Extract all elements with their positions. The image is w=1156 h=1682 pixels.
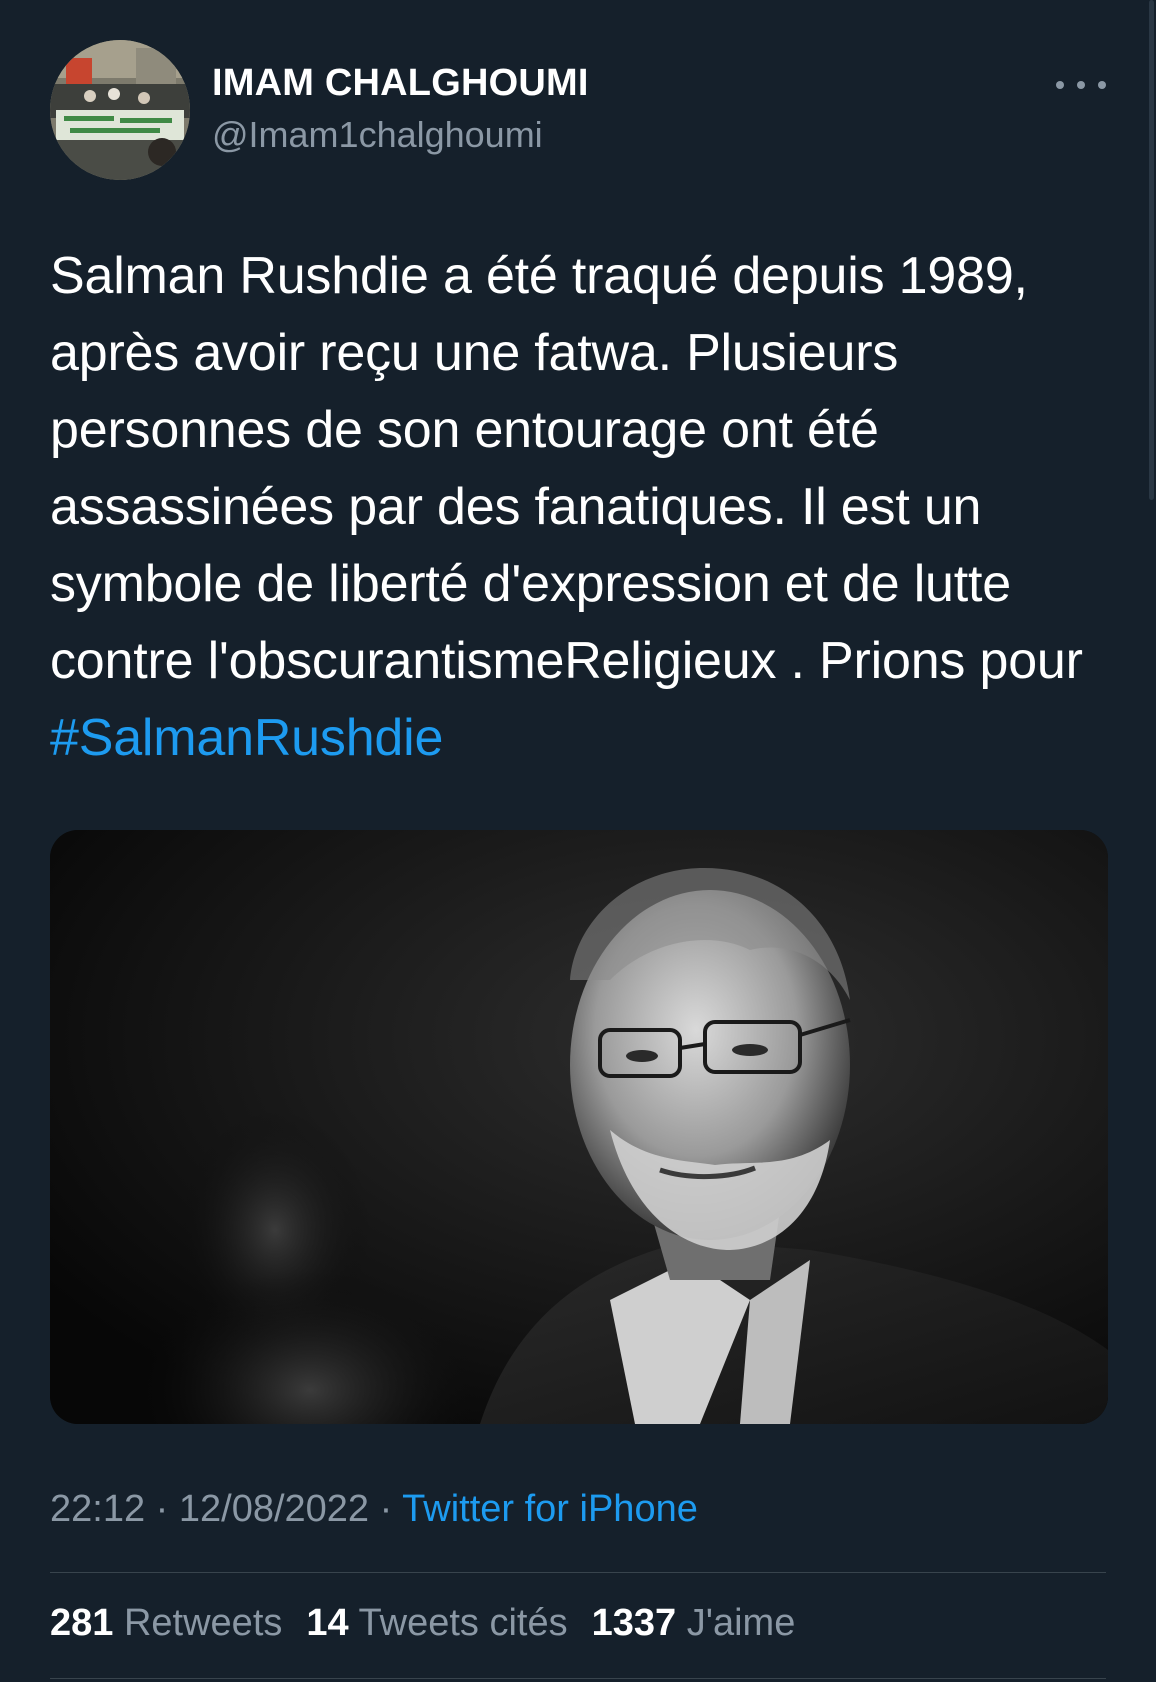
user-handle[interactable]: @Imam1chalghoumi: [212, 114, 543, 156]
tweet-media-photo[interactable]: [50, 830, 1108, 1424]
tweet-time[interactable]: 22:12: [50, 1488, 145, 1530]
quotes-label: Tweets cités: [358, 1602, 568, 1644]
likes-count: 1337: [591, 1602, 677, 1644]
tweet-date[interactable]: 12/08/2022: [179, 1488, 369, 1530]
retweets-count: 281: [50, 1602, 114, 1644]
retweets-stat[interactable]: 281 Retweets: [50, 1602, 282, 1644]
quote-tweets-stat[interactable]: 14 Tweets cités: [306, 1602, 567, 1644]
avatar[interactable]: [50, 40, 190, 180]
likes-stat[interactable]: 1337 J'aime: [592, 1602, 796, 1644]
hashtag-link[interactable]: #SalmanRushdie: [50, 709, 443, 767]
tweet-stats: 281 Retweets 14 Tweets cités 1337 J'aime: [50, 1602, 795, 1645]
display-name[interactable]: IMAM CHALGHOUMI: [212, 62, 589, 105]
likes-label: J'aime: [686, 1602, 796, 1644]
tweet-meta: 22:12 · 12/08/2022 · Twitter for iPhone: [50, 1488, 698, 1531]
meta-separator-2: ·: [369, 1488, 403, 1530]
more-horizontal-icon-dot: [1098, 81, 1106, 89]
quotes-count: 14: [306, 1602, 349, 1644]
meta-separator: ·: [145, 1488, 179, 1530]
divider: [50, 1572, 1106, 1573]
tweet-header: IMAM CHALGHOUMI @Imam1chalghoumi: [50, 40, 1106, 180]
scrollbar[interactable]: [1149, 0, 1154, 500]
more-options-button[interactable]: [1056, 70, 1106, 100]
portrait-photo: [50, 830, 1108, 1424]
tweet-body-text: Salman Rushdie a été traqué depuis 1989,…: [50, 247, 1083, 690]
divider-bottom: [50, 1678, 1106, 1679]
tweet-source-link[interactable]: Twitter for iPhone: [402, 1488, 698, 1530]
retweets-label: Retweets: [123, 1602, 283, 1644]
tweet-text: Salman Rushdie a été traqué depuis 1989,…: [50, 238, 1120, 777]
avatar-image: [50, 40, 190, 180]
more-horizontal-icon-dot: [1077, 81, 1085, 89]
more-horizontal-icon: [1056, 81, 1064, 89]
